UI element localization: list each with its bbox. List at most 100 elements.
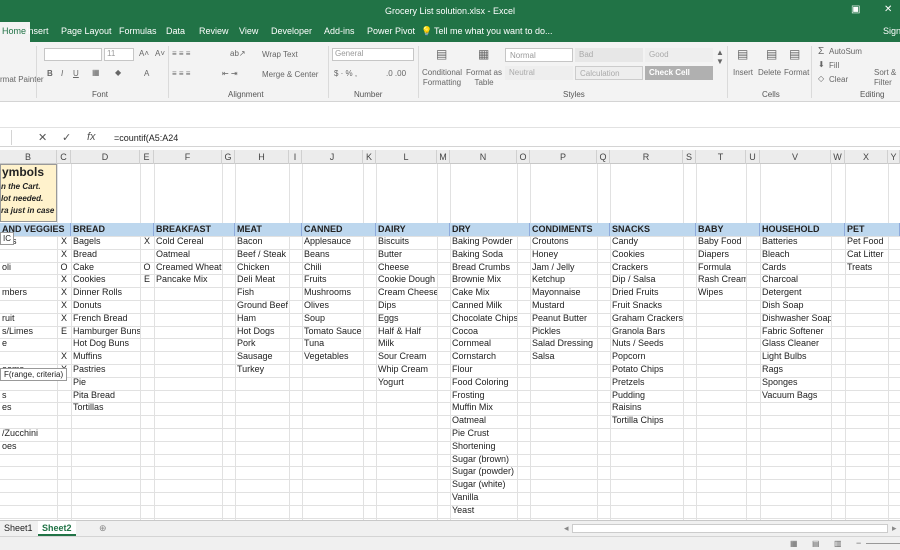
household-item[interactable]: Sponges xyxy=(760,377,831,387)
condiments-item[interactable]: Croutons xyxy=(530,236,597,246)
style-neutral[interactable]: Neutral xyxy=(505,66,573,80)
tab-review[interactable]: Review xyxy=(199,26,229,36)
snacks-item[interactable]: Cookies xyxy=(610,249,683,259)
veggies-item[interactable]: ruit xyxy=(0,313,57,323)
page-layout-view-icon[interactable]: ▤ xyxy=(812,539,820,548)
restore-icon[interactable]: ▣ xyxy=(851,4,860,15)
dry-item[interactable]: Shortening xyxy=(450,441,517,451)
canned-item[interactable]: Tomato Sauce xyxy=(302,326,363,336)
orientation-icon[interactable]: ab↗ xyxy=(230,49,246,58)
column-header-I[interactable]: I xyxy=(289,150,302,164)
dairy-item[interactable]: Biscuits xyxy=(376,236,437,246)
baby-item[interactable]: Formula xyxy=(696,262,746,272)
snacks-item[interactable]: Granola Bars xyxy=(610,326,683,336)
dairy-item[interactable]: Sour Cream xyxy=(376,351,437,361)
style-normal[interactable]: Normal xyxy=(505,48,573,62)
column-header-Q[interactable]: Q xyxy=(597,150,610,164)
meat-item[interactable]: Fish xyxy=(235,287,289,297)
status-mark[interactable]: E xyxy=(140,274,154,284)
column-header-U[interactable]: U xyxy=(746,150,760,164)
dry-item[interactable]: Bread Crumbs xyxy=(450,262,517,272)
household-item[interactable]: Dishwasher Soap xyxy=(760,313,831,323)
header-meat[interactable]: MEAT xyxy=(235,223,302,236)
header-canned[interactable]: CANNED xyxy=(302,223,376,236)
add-sheet-icon[interactable]: ⊕ xyxy=(95,521,111,536)
format-as-table-button[interactable]: Format as Table xyxy=(466,68,502,88)
canned-item[interactable]: Beans xyxy=(302,249,363,259)
status-mark[interactable]: X xyxy=(57,274,71,284)
header-pet[interactable]: PET xyxy=(845,223,900,236)
decimal-icon[interactable]: .0 .00 xyxy=(386,69,406,78)
status-mark[interactable]: X xyxy=(140,236,154,246)
tab-formulas[interactable]: Formulas xyxy=(119,26,157,36)
pet-item[interactable]: Pet Food xyxy=(845,236,888,246)
zoom-slider[interactable] xyxy=(866,543,900,544)
header-household[interactable]: HOUSEHOLD xyxy=(760,223,845,236)
header-condiments[interactable]: CONDIMENTS xyxy=(530,223,610,236)
household-item[interactable]: Glass Cleaner xyxy=(760,338,831,348)
column-header-T[interactable]: T xyxy=(696,150,746,164)
worksheet-grid[interactable]: ymbols n the Cart. lot needed. ra just i… xyxy=(0,164,900,520)
bread-item[interactable]: Dinner Rolls xyxy=(71,287,140,297)
tab-view[interactable]: View xyxy=(239,26,258,36)
dry-item[interactable]: Muffin Mix xyxy=(450,402,517,412)
font-name-select[interactable] xyxy=(44,48,102,61)
column-header-K[interactable]: K xyxy=(363,150,376,164)
meat-item[interactable]: Beef / Steak xyxy=(235,249,289,259)
insert-icon[interactable]: ▤ xyxy=(737,47,748,61)
condiments-item[interactable]: Honey xyxy=(530,249,597,259)
condiments-item[interactable]: Ketchup xyxy=(530,274,597,284)
snacks-item[interactable]: Pretzels xyxy=(610,377,683,387)
bread-item[interactable]: Bread xyxy=(71,249,140,259)
delete-icon[interactable]: ▤ xyxy=(766,47,777,61)
dry-item[interactable]: Sugar (white) xyxy=(450,479,517,489)
indent-icon[interactable]: ⇤ ⇥ xyxy=(222,69,238,78)
baby-item[interactable]: Baby Food xyxy=(696,236,746,246)
meat-item[interactable]: Hot Dogs xyxy=(235,326,289,336)
style-calculation[interactable]: Calculation xyxy=(575,66,643,80)
dairy-item[interactable]: Eggs xyxy=(376,313,437,323)
header-dry[interactable]: DRY xyxy=(450,223,530,236)
dry-item[interactable]: Canned Milk xyxy=(450,300,517,310)
column-header-B[interactable]: B xyxy=(0,150,57,164)
veggies-item[interactable]: s/Limes xyxy=(0,326,57,336)
baby-item[interactable]: Wipes xyxy=(696,287,746,297)
sheet-tab-2[interactable]: Sheet2 xyxy=(38,521,76,536)
household-item[interactable]: Detergent xyxy=(760,287,831,297)
dairy-item[interactable]: Cheese xyxy=(376,262,437,272)
bread-item[interactable]: Pie xyxy=(71,377,140,387)
status-mark[interactable]: X xyxy=(57,287,71,297)
tell-me-box[interactable]: Tell me what you want to do... xyxy=(434,26,553,36)
dry-item[interactable]: Sugar (powder) xyxy=(450,466,517,476)
condiments-item[interactable]: Salad Dressing xyxy=(530,338,597,348)
dry-item[interactable]: Cornmeal xyxy=(450,338,517,348)
canned-item[interactable]: Mushrooms xyxy=(302,287,363,297)
format-painter-button[interactable]: rmat Painter xyxy=(0,75,44,84)
name-box[interactable] xyxy=(0,130,12,145)
fill-color-icon[interactable]: ◆ xyxy=(115,68,121,77)
column-header-W[interactable]: W xyxy=(831,150,845,164)
dry-item[interactable]: Baking Powder xyxy=(450,236,517,246)
tab-insert[interactable]: Insert xyxy=(26,26,49,36)
dairy-item[interactable]: Dips xyxy=(376,300,437,310)
condiments-item[interactable]: Jam / Jelly xyxy=(530,262,597,272)
snacks-item[interactable]: Candy xyxy=(610,236,683,246)
veggies-item[interactable]: e xyxy=(0,338,57,348)
header-breakfast[interactable]: BREAKFAST xyxy=(154,223,235,236)
sort-filter-button[interactable]: Sort & Filter xyxy=(874,68,900,88)
formula-input[interactable]: =countif(A5:A24 xyxy=(114,133,178,143)
condiments-item[interactable]: Peanut Butter xyxy=(530,313,597,323)
snacks-item[interactable]: Crackers xyxy=(610,262,683,272)
close-icon[interactable]: ✕ xyxy=(884,4,892,15)
bread-item[interactable]: Cookies xyxy=(71,274,140,284)
canned-item[interactable]: Soup xyxy=(302,313,363,323)
status-mark[interactable]: E xyxy=(57,326,71,336)
style-check-cell[interactable]: Check Cell xyxy=(645,66,713,80)
canned-item[interactable]: Vegetables xyxy=(302,351,363,361)
dry-item[interactable]: Sugar (brown) xyxy=(450,454,517,464)
canned-item[interactable]: Applesauce xyxy=(302,236,363,246)
column-header-R[interactable]: R xyxy=(610,150,683,164)
dairy-item[interactable]: Yogurt xyxy=(376,377,437,387)
breakfast-item[interactable]: Cold Cereal xyxy=(154,236,222,246)
scroll-right-icon[interactable]: ▸ xyxy=(888,521,900,536)
